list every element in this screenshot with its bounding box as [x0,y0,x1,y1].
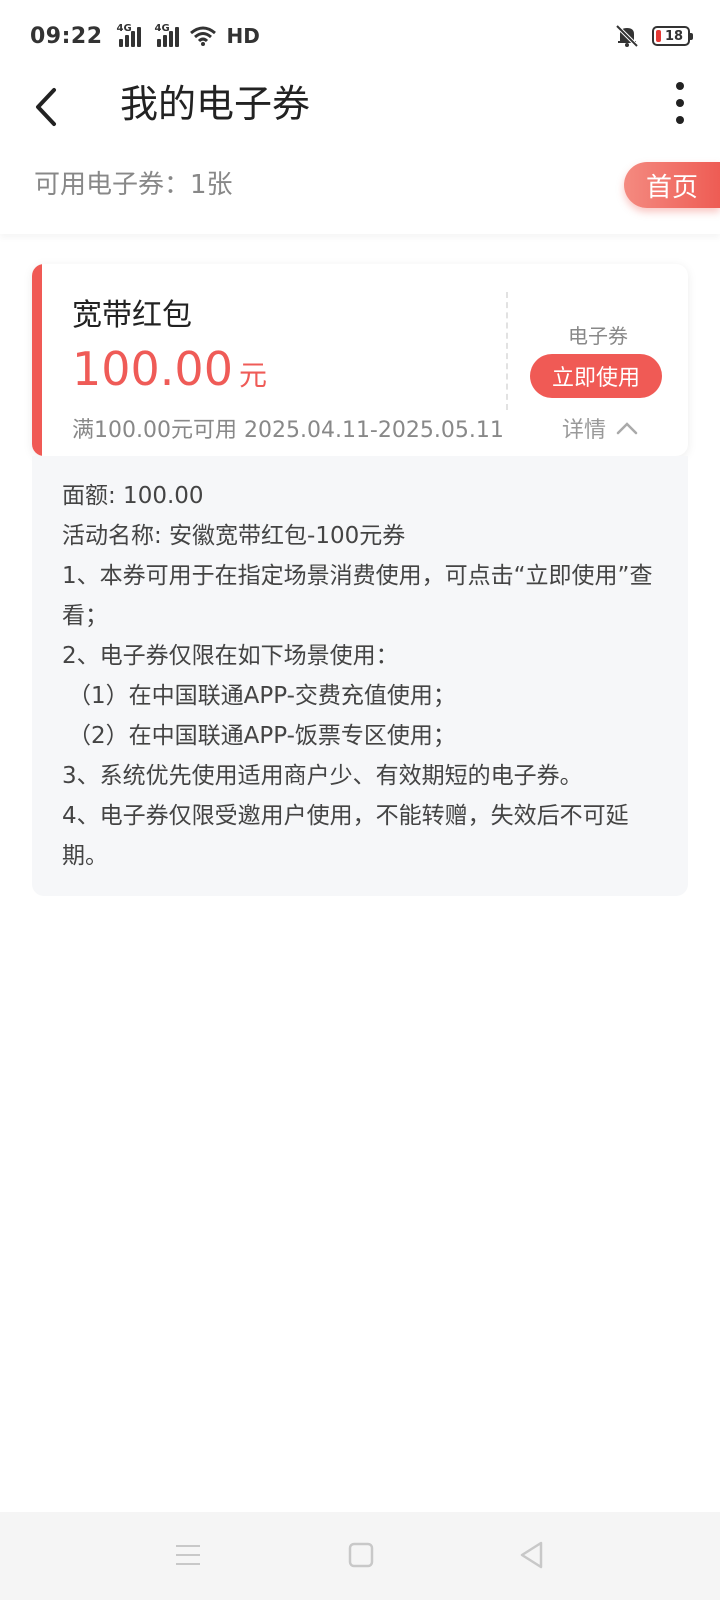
system-nav-bar [0,1512,720,1600]
detail-line: 4、电子券仅限受邀用户使用，不能转赠，失效后不可延期。 [62,803,629,869]
signal-icon: 4G [154,23,179,47]
back-icon[interactable] [28,82,68,132]
coupon-amount: 100.00 元 [72,342,267,396]
detail-line: 活动名称: 安徽宽带红包-100元券 [62,523,406,549]
signal-bar [156,39,161,47]
status-time: 09:22 [30,23,103,49]
battery-icon: 18 [652,26,693,46]
coupon-name: 宽带红包 [72,298,192,333]
home-button[interactable]: 首页 [624,162,720,208]
signal-bar [174,27,179,47]
coupon-summary: 可用电子券：1张 首页 [0,150,720,234]
network-label-2: 4G [154,23,170,34]
status-left: 09:22 4G 4G HD [30,23,260,49]
bell-off-icon [615,24,639,48]
signal-bar [124,35,129,47]
coupon-amount-value: 100.00 [72,342,233,396]
details-label: 详情 [562,418,607,443]
available-count: 可用电子券：1张 [34,170,233,200]
square-icon[interactable] [348,1542,374,1568]
coupon-details: 面额: 100.00 活动名称: 安徽宽带红包-100元券 1、本券可用于在指定… [32,456,688,896]
chevron-up-icon [616,422,638,435]
signal-bar [118,39,123,47]
detail-line: 面额: 100.00 [62,483,204,509]
battery-level [656,30,661,42]
coupon-card: 宽带红包 100.00 元 满100.00元可用 2025.04.11-2025.… [32,264,688,456]
hd-indicator: HD [226,24,260,48]
coupon-divider [506,292,508,410]
details-toggle[interactable]: 详情 [562,412,638,444]
network-label-1: 4G [116,23,132,34]
coupon-accent-bar [32,264,42,456]
signal-icon: 4G [116,23,141,47]
coupon-type: 电子券 [568,324,628,348]
triangle-back-icon[interactable] [518,1540,544,1570]
more-vertical-icon[interactable] [674,78,686,128]
coupon-amount-unit: 元 [238,359,267,392]
detail-line: 3、系统优先使用适用商户少、有效期短的电子券。 [62,763,583,789]
detail-line: 1、本券可用于在指定场景消费使用，可点击“立即使用”查看； [62,563,653,629]
signal-bar [136,27,141,47]
detail-line: 2、电子券仅限在如下场景使用： [62,643,399,669]
coupon-condition: 满100.00元可用 2025.04.11-2025.05.11 [72,418,504,443]
status-right: 18 [614,23,693,49]
menu-icon[interactable] [174,1542,202,1568]
detail-line: （2）在中国联通APP-饭票专区使用； [68,723,456,749]
status-bar: 09:22 4G 4G HD 18 [0,0,720,72]
signal-bar [162,35,167,47]
wifi-icon [189,26,216,46]
detail-line: （1）在中国联通APP-交费充值使用； [68,683,456,709]
battery-percent: 18 [664,28,684,44]
use-now-button[interactable]: 立即使用 [530,354,662,398]
page-title: 我的电子券 [120,82,311,126]
